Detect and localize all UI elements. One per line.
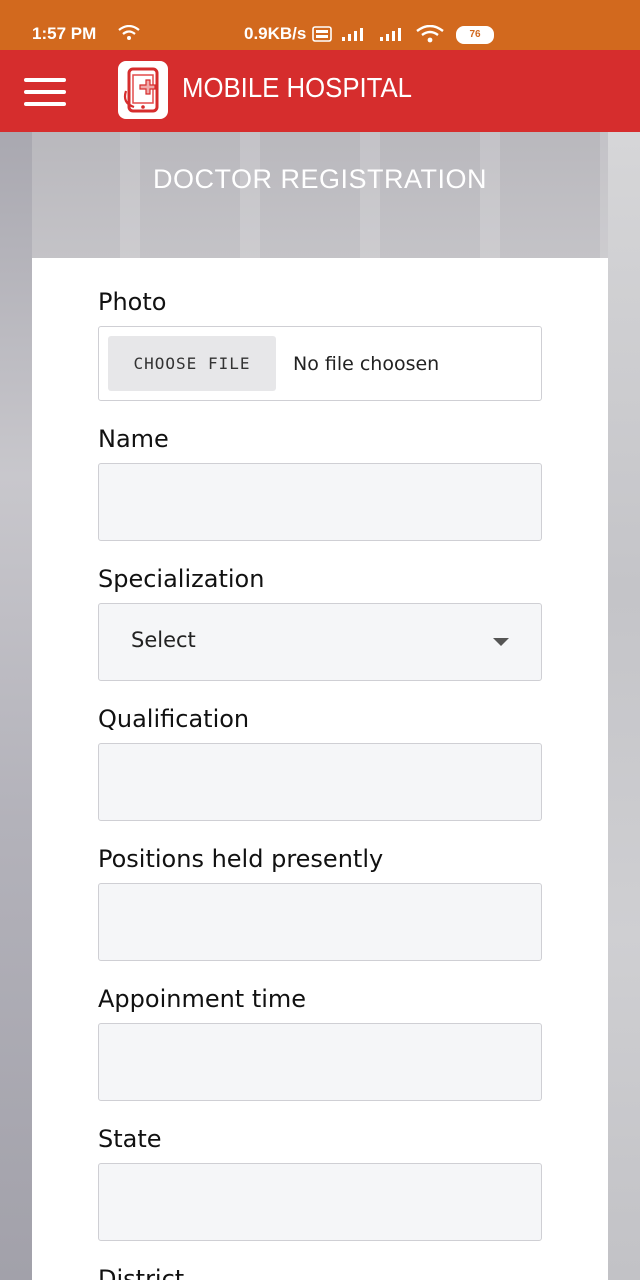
state-input[interactable]: [98, 1163, 542, 1241]
screen: 1:57 PM 0.9KB/s 76 MOBILE HOSPITAL DOCTO…: [0, 0, 640, 1280]
status-bar: 1:57 PM 0.9KB/s 76: [0, 0, 640, 50]
mobile-hospital-logo: [118, 61, 168, 119]
network-speed: 0.9KB/s: [244, 24, 307, 43]
background-shelf: [608, 132, 640, 1280]
hamburger-menu-icon[interactable]: [24, 78, 68, 106]
background-shelf: [0, 132, 32, 1280]
chevron-down-icon: [493, 638, 509, 646]
specialization-select[interactable]: Select: [98, 603, 542, 681]
volte-icon: [312, 26, 332, 47]
name-label: Name: [98, 425, 169, 453]
wifi-icon: [416, 24, 444, 48]
battery-icon: 76: [456, 26, 494, 44]
signal-icon: [378, 26, 408, 47]
photo-label: Photo: [98, 288, 167, 316]
qualification-input[interactable]: [98, 743, 542, 821]
photo-file-input[interactable]: CHOOSE FILE No file choosen: [98, 326, 542, 401]
choose-file-button[interactable]: CHOOSE FILE: [108, 336, 276, 391]
name-input[interactable]: [98, 463, 542, 541]
file-status-text: No file choosen: [293, 353, 440, 375]
appointment-time-input[interactable]: [98, 1023, 542, 1101]
appointment-time-label: Appoinment time: [98, 985, 307, 1013]
status-time: 1:57 PM: [32, 24, 97, 43]
specialization-selected-value: Select: [131, 628, 196, 652]
state-label: State: [98, 1125, 162, 1153]
qualification-label: Qualification: [98, 705, 250, 733]
page-title: DOCTOR REGISTRATION: [152, 164, 487, 194]
registration-form: Photo CHOOSE FILE No file choosen Name S…: [32, 258, 608, 1280]
wifi-icon: [118, 24, 140, 46]
app-title: MOBILE HOSPITAL: [182, 72, 412, 103]
specialization-label: Specialization: [98, 565, 265, 593]
positions-input[interactable]: [98, 883, 542, 961]
positions-label: Positions held presently: [98, 845, 384, 873]
status-icons: [312, 24, 444, 48]
signal-icon: [340, 26, 370, 47]
district-label: District: [98, 1265, 185, 1280]
app-bar: MOBILE HOSPITAL: [0, 50, 640, 132]
